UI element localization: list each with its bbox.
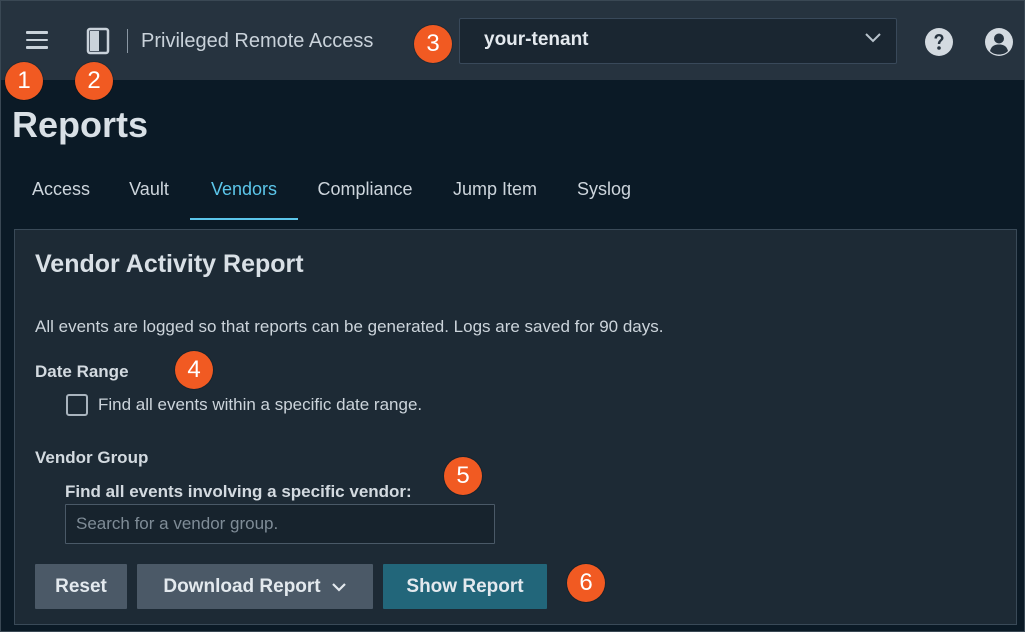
callout-badge-1: 1 — [5, 62, 43, 100]
tenant-select-value: your-tenant — [484, 29, 589, 50]
download-report-button[interactable]: Download Report — [137, 564, 373, 609]
download-report-label: Download Report — [163, 575, 321, 597]
chevron-down-icon — [865, 33, 881, 43]
vendor-search-label: Find all events involving a specific ven… — [65, 482, 412, 501]
date-range-checkbox[interactable] — [66, 394, 88, 416]
date-range-checkbox-label[interactable]: Find all events within a specific date r… — [98, 395, 422, 415]
vendor-group-label: Vendor Group — [35, 448, 149, 467]
tenant-select[interactable]: your-tenant — [459, 18, 897, 64]
app-title: Privileged Remote Access — [141, 30, 374, 52]
tab-access[interactable]: Access — [14, 166, 108, 220]
tab-vendors[interactable]: Vendors — [190, 166, 298, 220]
show-report-label: Show Report — [406, 575, 524, 597]
vendor-activity-report-panel: Vendor Activity Report All events are lo… — [14, 229, 1017, 625]
page-title: Reports — [12, 104, 149, 145]
callout-badge-5: 5 — [444, 457, 482, 495]
user-account-icon[interactable] — [984, 27, 1014, 57]
header-divider — [127, 29, 128, 53]
chevron-down-icon — [331, 582, 346, 592]
top-bar: Privileged Remote Access your-tenant — [0, 0, 1025, 80]
date-range-label: Date Range — [35, 362, 129, 381]
report-title: Vendor Activity Report — [35, 250, 304, 278]
callout-badge-3: 3 — [414, 25, 452, 63]
callout-badge-6: 6 — [567, 564, 605, 602]
callout-badge-4: 4 — [175, 351, 213, 389]
report-description: All events are logged so that reports ca… — [35, 317, 664, 336]
callout-badge-2: 2 — [75, 62, 113, 100]
tab-vault[interactable]: Vault — [108, 166, 190, 220]
show-report-button[interactable]: Show Report — [383, 564, 547, 609]
tab-jump-item[interactable]: Jump Item — [432, 166, 558, 220]
hamburger-menu-icon[interactable] — [26, 31, 48, 51]
reset-button-label: Reset — [55, 575, 107, 597]
tab-syslog[interactable]: Syslog — [558, 166, 650, 220]
reset-button[interactable]: Reset — [35, 564, 127, 609]
vendor-group-search-input[interactable] — [65, 504, 495, 544]
panel-toggle-icon[interactable] — [86, 27, 110, 55]
help-icon[interactable] — [924, 27, 954, 57]
tab-compliance[interactable]: Compliance — [298, 166, 432, 220]
